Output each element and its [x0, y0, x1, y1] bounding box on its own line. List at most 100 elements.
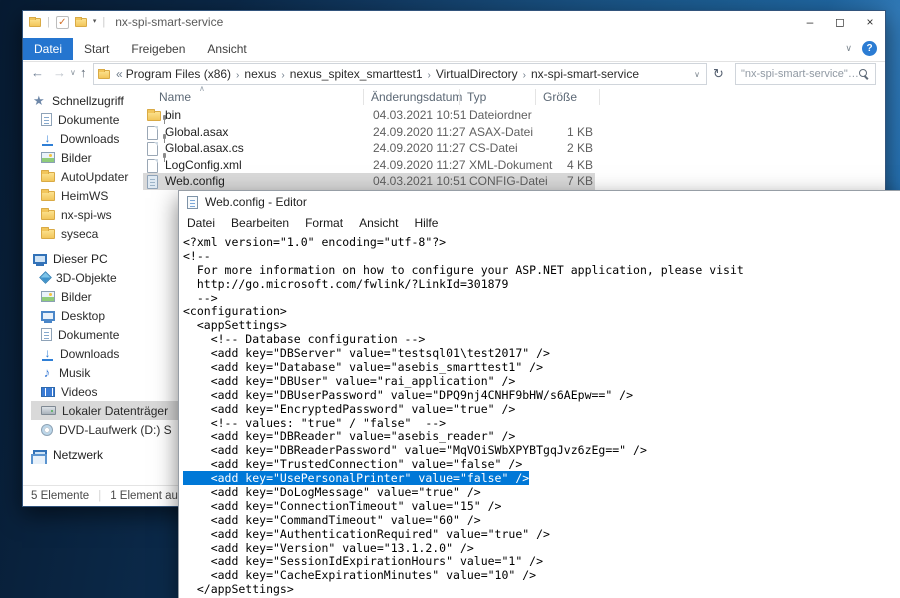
file-row-web-config[interactable]: Web.config04.03.2021 10:51CONFIG-Datei7 … — [143, 173, 595, 190]
column-separator — [599, 89, 600, 105]
editor-line[interactable]: <add key="UsePersonalPrinter" value="fal… — [183, 472, 900, 486]
editor-line[interactable]: <add key="Database" value="asebis_smartt… — [183, 361, 900, 375]
sidebar-item-3d-objekte[interactable]: 3D-Objekte — [31, 268, 181, 287]
window-controls: – ◻ × — [795, 11, 885, 32]
menu-item-bearbeiten[interactable]: Bearbeiten — [223, 213, 297, 233]
file-name: Global.asax — [165, 125, 228, 139]
editor-line[interactable]: <add key="DoLogMessage" value="true" /> — [183, 486, 900, 500]
sidebar-group-dieser-pc[interactable]: Dieser PC — [31, 249, 181, 268]
editor-line[interactable]: <add key="ConnectionTimeout" value="15" … — [183, 500, 900, 514]
ribbon-right-controls: ∨ ? — [845, 41, 877, 56]
search-icon[interactable] — [859, 69, 870, 80]
sidebar-item-label: AutoUpdater — [61, 170, 128, 184]
sidebar-item-musik[interactable]: Musik — [31, 363, 181, 382]
forward-button[interactable]: → — [53, 65, 66, 80]
recent-locations-chevron-icon[interactable]: ∨ — [70, 68, 76, 77]
sidebar-item-videos[interactable]: Videos — [31, 382, 181, 401]
qat-separator: | — [47, 16, 50, 28]
refresh-icon[interactable]: ↻ — [713, 66, 724, 82]
notepad-text-area[interactable]: <?xml version="1.0" encoding="utf-8"?><!… — [179, 233, 900, 598]
sidebar-item-downloads[interactable]: Downloads — [31, 344, 181, 363]
file-type: ASAX-Datei — [469, 125, 533, 139]
notepad-title: Web.config - Editor — [205, 195, 307, 209]
column-header-nderungsdatum[interactable]: Änderungsdatum — [371, 90, 462, 104]
breadcrumb-separator-icon: › — [423, 70, 436, 81]
editor-line[interactable]: <add key="EncryptedPassword" value="true… — [183, 403, 900, 417]
breadcrumb-separator-icon: › — [518, 70, 531, 81]
sidebar-item-desktop[interactable]: Desktop — [31, 306, 181, 325]
sidebar-item-label: 3D-Objekte — [56, 271, 117, 285]
editor-line[interactable]: <!-- Database configuration --> — [183, 333, 900, 347]
breadcrumb-segment-nx-spi-smart-service[interactable]: nx-spi-smart-service — [531, 67, 639, 81]
breadcrumb-segment-virtualdirectory[interactable]: VirtualDirectory — [436, 67, 518, 81]
editor-line[interactable]: <add key="Version" value="13.1.2.0" /> — [183, 542, 900, 556]
editor-line[interactable]: <?xml version="1.0" encoding="utf-8"?> — [183, 236, 900, 250]
editor-line[interactable]: <add key="AuthenticationRequired" value=… — [183, 528, 900, 542]
ribbon-expand-chevron-icon[interactable]: ∨ — [845, 43, 852, 54]
back-button[interactable]: ← — [31, 65, 44, 80]
new-folder-icon[interactable] — [75, 18, 87, 27]
ribbon-tab-freigeben[interactable]: Freigeben — [120, 38, 196, 60]
sidebar-item-dvd-laufwerk-d-s[interactable]: DVD-Laufwerk (D:) S — [31, 420, 181, 439]
qat-customize-chevron-icon[interactable]: ▾ — [93, 19, 97, 25]
address-dropdown-chevron-icon[interactable]: ∨ — [694, 70, 702, 79]
editor-line[interactable]: For more information on how to configure… — [183, 264, 900, 278]
editor-line[interactable]: http://go.microsoft.com/fwlink/?LinkId=3… — [183, 278, 900, 292]
breadcrumb-separator-icon: › — [276, 70, 289, 81]
editor-line[interactable]: <add key="CacheExpirationMinutes" value=… — [183, 569, 900, 583]
ribbon-tab-ansicht[interactable]: Ansicht — [196, 38, 257, 60]
editor-line[interactable]: <add key="DBUserPassword" value="DPQ9nj4… — [183, 389, 900, 403]
sidebar-item-dokumente[interactable]: Dokumente — [31, 325, 181, 344]
editor-line[interactable]: --> — [183, 292, 900, 306]
sidebar-item-syseca[interactable]: syseca — [31, 224, 181, 243]
file-row-global-asax[interactable]: Global.asax24.09.2020 11:27ASAX-Datei1 K… — [143, 124, 595, 141]
up-button[interactable]: ↑ — [80, 65, 87, 80]
sidebar-group-netzwerk[interactable]: Netzwerk — [31, 445, 181, 464]
column-separator — [535, 89, 536, 105]
menu-item-datei[interactable]: Datei — [179, 213, 223, 233]
sidebar-item-nx-spi-ws[interactable]: nx-spi-ws — [31, 205, 181, 224]
file-row-global-asax-cs[interactable]: Global.asax.cs24.09.2020 11:27CS-Datei2 … — [143, 140, 595, 157]
minimize-button[interactable]: – — [795, 11, 825, 32]
close-button[interactable]: × — [855, 11, 885, 32]
file-row-bin[interactable]: bin04.03.2021 10:51Dateiordner — [143, 107, 595, 124]
column-separator — [363, 89, 364, 105]
column-header-typ[interactable]: Typ — [467, 90, 486, 104]
editor-line[interactable]: <appSettings> — [183, 319, 900, 333]
help-icon[interactable]: ? — [862, 41, 877, 56]
editor-line[interactable]: <!-- values: "true" / "false" --> — [183, 417, 900, 431]
menu-item-ansicht[interactable]: Ansicht — [351, 213, 406, 233]
sidebar-item-lokaler-datentr-ger[interactable]: Lokaler Datenträger — [31, 401, 181, 420]
sidebar-item-bilder[interactable]: Bilder — [31, 287, 181, 306]
file-icon — [147, 159, 158, 173]
editor-line[interactable]: <add key="DBReader" value="asebis_reader… — [183, 430, 900, 444]
sidebar-item-label: Dokumente — [58, 328, 119, 342]
ribbon-tab-datei[interactable]: Datei — [23, 38, 73, 60]
menu-item-hilfe[interactable]: Hilfe — [406, 213, 446, 233]
address-bar[interactable]: « Program Files (x86)›nexus›nexus_spitex… — [93, 63, 707, 85]
editor-line[interactable]: <add key="DBUser" value="rai_application… — [183, 375, 900, 389]
breadcrumb-segment-nexus[interactable]: nexus — [244, 67, 276, 81]
properties-check-icon[interactable] — [56, 16, 69, 29]
breadcrumb-segment-program-files-x86[interactable]: Program Files (x86) — [126, 67, 231, 81]
maximize-button[interactable]: ◻ — [825, 11, 855, 32]
editor-line[interactable]: <add key="DBReaderPassword" value="MqVOi… — [183, 444, 900, 458]
editor-line[interactable]: <!-- — [183, 250, 900, 264]
breadcrumb-segment-nexus-spitex-smarttest1[interactable]: nexus_spitex_smarttest1 — [290, 67, 423, 81]
editor-line[interactable]: <configuration> — [183, 305, 900, 319]
editor-line[interactable]: <add key="DBServer" value="testsql01\tes… — [183, 347, 900, 361]
file-row-logconfig-xml[interactable]: LogConfig.xml24.09.2020 11:27XML-Dokumen… — [143, 157, 595, 174]
ribbon-tab-start[interactable]: Start — [73, 38, 120, 60]
editor-line[interactable]: </appSettings> — [183, 583, 900, 597]
sidebar-item-label: Downloads — [60, 347, 119, 361]
editor-line[interactable]: <add key="SessionIdExpirationHours" valu… — [183, 555, 900, 569]
search-input[interactable]: "nx-spi-smart-service" durchs... — [735, 63, 876, 85]
sidebar-item-label: Lokaler Datenträger — [62, 404, 168, 418]
drive-icon — [41, 406, 56, 415]
column-header-name[interactable]: Name — [159, 90, 191, 104]
file-date: 24.09.2020 11:27 — [373, 141, 466, 155]
editor-line[interactable]: <add key="CommandTimeout" value="60" /> — [183, 514, 900, 528]
menu-item-format[interactable]: Format — [297, 213, 351, 233]
column-header-gr-e[interactable]: Größe — [543, 90, 577, 104]
editor-line[interactable]: <add key="TrustedConnection" value="fals… — [183, 458, 900, 472]
